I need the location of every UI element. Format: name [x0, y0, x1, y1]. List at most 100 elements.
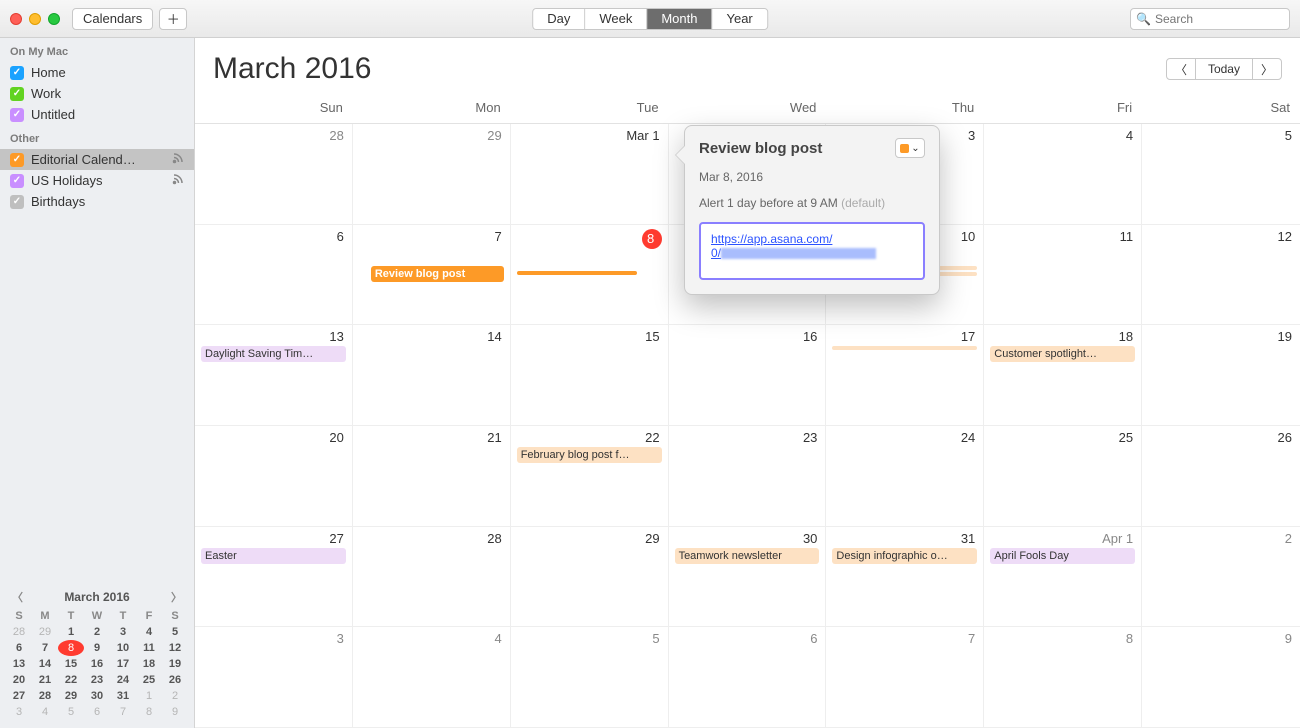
- calendar-checkbox[interactable]: ✓: [10, 66, 24, 80]
- day-cell[interactable]: 20: [195, 426, 353, 527]
- today-button[interactable]: Today: [1196, 58, 1252, 80]
- calendar-checkbox[interactable]: ✓: [10, 195, 24, 209]
- day-cell[interactable]: 21: [353, 426, 511, 527]
- view-day[interactable]: Day: [533, 9, 585, 29]
- mini-day[interactable]: 9: [162, 704, 188, 720]
- day-cell[interactable]: 30Teamwork newsletter: [669, 527, 827, 628]
- next-month-button[interactable]: 〉: [1252, 58, 1282, 80]
- event-chip[interactable]: [517, 271, 637, 275]
- event-chip[interactable]: April Fools Day: [990, 548, 1135, 564]
- mini-day[interactable]: 28: [32, 688, 58, 704]
- add-event-button[interactable]: ＋: [159, 8, 187, 30]
- calendar-checkbox[interactable]: ✓: [10, 87, 24, 101]
- day-cell[interactable]: 4: [984, 124, 1142, 225]
- mini-day[interactable]: 29: [32, 624, 58, 640]
- mini-day[interactable]: 14: [32, 656, 58, 672]
- day-cell[interactable]: 14: [353, 325, 511, 426]
- mini-day[interactable]: 6: [84, 704, 110, 720]
- day-cell[interactable]: 16: [669, 325, 827, 426]
- mini-day[interactable]: 3: [110, 624, 136, 640]
- day-cell[interactable]: 13Daylight Saving Tim…: [195, 325, 353, 426]
- mini-day[interactable]: 28: [6, 624, 32, 640]
- day-cell[interactable]: 27Easter: [195, 527, 353, 628]
- day-cell[interactable]: 23: [669, 426, 827, 527]
- day-cell[interactable]: Mar 1: [511, 124, 669, 225]
- day-cell[interactable]: 12: [1142, 225, 1300, 326]
- event-chip[interactable]: February blog post f…: [517, 447, 662, 463]
- sidebar-calendar-item[interactable]: ✓US Holidays: [0, 170, 194, 191]
- close-window-icon[interactable]: [10, 13, 22, 25]
- mini-day[interactable]: 19: [162, 656, 188, 672]
- popover-url-field[interactable]: https://app.asana.com/0/: [699, 222, 925, 280]
- view-segmented-control[interactable]: Day Week Month Year: [532, 8, 768, 30]
- day-cell[interactable]: 9: [1142, 627, 1300, 728]
- view-year[interactable]: Year: [712, 9, 766, 29]
- day-cell[interactable]: 19: [1142, 325, 1300, 426]
- mini-prev-icon[interactable]: 〈: [12, 589, 23, 605]
- day-cell[interactable]: 7: [826, 627, 984, 728]
- fullscreen-window-icon[interactable]: [48, 13, 60, 25]
- mini-calendar-grid[interactable]: SMTWTFS282912345678910111213141516171819…: [6, 608, 188, 720]
- mini-day[interactable]: 3: [6, 704, 32, 720]
- event-chip[interactable]: [832, 346, 977, 350]
- day-cell[interactable]: 31Design infographic o…: [826, 527, 984, 628]
- mini-day[interactable]: 7: [110, 704, 136, 720]
- view-week[interactable]: Week: [585, 9, 647, 29]
- calendar-checkbox[interactable]: ✓: [10, 108, 24, 122]
- day-cell[interactable]: 4: [353, 627, 511, 728]
- mini-day[interactable]: 2: [162, 688, 188, 704]
- mini-day[interactable]: 25: [136, 672, 162, 688]
- mini-day[interactable]: 1: [136, 688, 162, 704]
- sidebar-calendar-item[interactable]: ✓Work: [0, 83, 194, 104]
- mini-day[interactable]: 20: [6, 672, 32, 688]
- popover-title[interactable]: Review blog post: [699, 140, 887, 157]
- popover-url-link[interactable]: https://app.asana.com/0/: [711, 232, 876, 260]
- mini-day[interactable]: 17: [110, 656, 136, 672]
- mini-day[interactable]: 8: [136, 704, 162, 720]
- day-cell[interactable]: Apr 1April Fools Day: [984, 527, 1142, 628]
- mini-day[interactable]: 30: [84, 688, 110, 704]
- mini-day[interactable]: 16: [84, 656, 110, 672]
- mini-day[interactable]: 4: [136, 624, 162, 640]
- day-cell[interactable]: 18Customer spotlight…: [984, 325, 1142, 426]
- day-cell[interactable]: 8: [984, 627, 1142, 728]
- day-cell[interactable]: 25: [984, 426, 1142, 527]
- mini-day[interactable]: 4: [32, 704, 58, 720]
- event-chip[interactable]: Customer spotlight…: [990, 346, 1135, 362]
- mini-day[interactable]: 21: [32, 672, 58, 688]
- event-chip[interactable]: Daylight Saving Tim…: [201, 346, 346, 362]
- mini-day[interactable]: 12: [162, 640, 188, 656]
- mini-day[interactable]: 11: [136, 640, 162, 656]
- mini-day[interactable]: 29: [58, 688, 84, 704]
- mini-day[interactable]: 13: [6, 656, 32, 672]
- day-cell[interactable]: 5: [511, 627, 669, 728]
- mini-day[interactable]: 5: [58, 704, 84, 720]
- view-month[interactable]: Month: [647, 9, 712, 29]
- sidebar-calendar-item[interactable]: ✓Home: [0, 62, 194, 83]
- mini-day[interactable]: 10: [110, 640, 136, 656]
- day-cell[interactable]: 28: [195, 124, 353, 225]
- day-cell[interactable]: 29: [511, 527, 669, 628]
- mini-day[interactable]: 5: [162, 624, 188, 640]
- calendars-button[interactable]: Calendars: [72, 8, 153, 30]
- day-cell[interactable]: 24: [826, 426, 984, 527]
- event-chip[interactable]: Review blog post: [371, 266, 504, 282]
- day-cell[interactable]: 5: [1142, 124, 1300, 225]
- mini-next-icon[interactable]: 〉: [171, 589, 182, 605]
- event-chip[interactable]: Teamwork newsletter: [675, 548, 820, 564]
- mini-day[interactable]: 2: [84, 624, 110, 640]
- prev-month-button[interactable]: 〈: [1166, 58, 1196, 80]
- mini-day[interactable]: 22: [58, 672, 84, 688]
- day-cell[interactable]: 29: [353, 124, 511, 225]
- mini-day[interactable]: 6: [6, 640, 32, 656]
- mini-day[interactable]: 7: [32, 640, 58, 656]
- minimize-window-icon[interactable]: [29, 13, 41, 25]
- day-cell[interactable]: 6: [669, 627, 827, 728]
- mini-day[interactable]: 1: [58, 624, 84, 640]
- day-cell[interactable]: 26: [1142, 426, 1300, 527]
- mini-day[interactable]: 15: [58, 656, 84, 672]
- sidebar-calendar-item[interactable]: ✓Birthdays: [0, 191, 194, 212]
- mini-day[interactable]: 24: [110, 672, 136, 688]
- calendar-checkbox[interactable]: ✓: [10, 174, 24, 188]
- calendar-checkbox[interactable]: ✓: [10, 153, 24, 167]
